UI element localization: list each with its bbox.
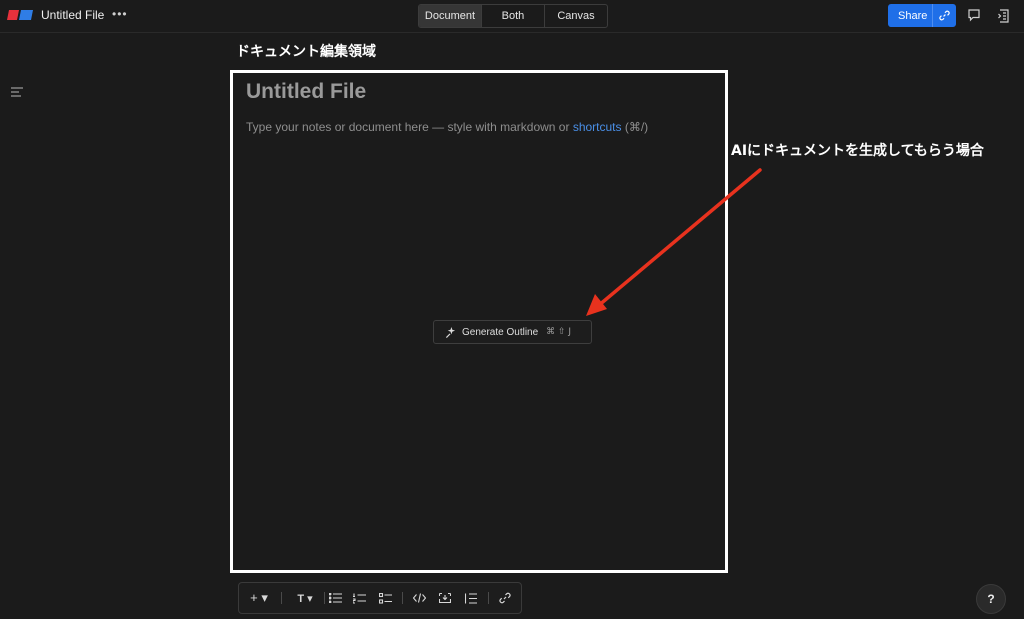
top-bar: Untitled File ••• Document Both Canvas S… [0,0,1024,33]
generate-outline-label: Generate Outline [462,326,539,338]
editor-area-annotation: ドキュメント編集領域 [236,44,376,60]
sparkle-icon [445,326,457,338]
share-button[interactable]: Share [888,4,956,27]
embed-icon[interactable] [435,583,455,613]
document-editor[interactable]: Untitled File Type your notes or documen… [230,70,728,573]
document-title[interactable]: Untitled File [246,80,366,104]
link-icon[interactable] [933,10,955,21]
more-options-button[interactable]: ••• [112,7,128,21]
formatting-toolbar: + ▾ T ▾ [238,582,522,614]
quote-icon[interactable] [461,583,481,613]
tab-both[interactable]: Both [482,5,545,27]
text-style-button[interactable]: T ▾ [291,583,319,613]
file-title[interactable]: Untitled File [41,8,104,22]
tab-document[interactable]: Document [419,5,482,27]
comment-icon[interactable] [967,8,981,27]
shortcuts-link[interactable]: shortcuts [573,120,622,134]
toolbar-divider [281,592,282,604]
numbered-list-icon[interactable] [349,583,369,613]
tab-canvas[interactable]: Canvas [545,5,607,27]
outline-icon[interactable] [997,8,1011,29]
ai-generate-annotation: AIにドキュメントを生成してもらう場合 [731,143,984,159]
generate-outline-button[interactable]: Generate Outline ⌘ ⇧ J [433,320,592,344]
table-of-contents-icon[interactable] [11,84,24,102]
generate-outline-shortcut: ⌘ ⇧ J [546,327,572,337]
document-placeholder[interactable]: Type your notes or document here — style… [246,120,648,134]
add-block-button[interactable]: + ▾ [245,583,273,613]
bullet-list-icon[interactable] [325,583,345,613]
view-mode-toggle: Document Both Canvas [418,4,608,28]
link-icon[interactable] [495,583,515,613]
checklist-icon[interactable] [375,583,395,613]
placeholder-text: Type your notes or document here — style… [246,120,573,134]
toolbar-divider [402,592,403,604]
code-icon[interactable] [409,583,429,613]
placeholder-shortcut: (⌘/) [621,120,649,134]
help-button[interactable]: ? [976,584,1006,614]
app-logo[interactable] [7,10,33,20]
share-label: Share [898,9,928,22]
toolbar-divider [488,592,489,604]
